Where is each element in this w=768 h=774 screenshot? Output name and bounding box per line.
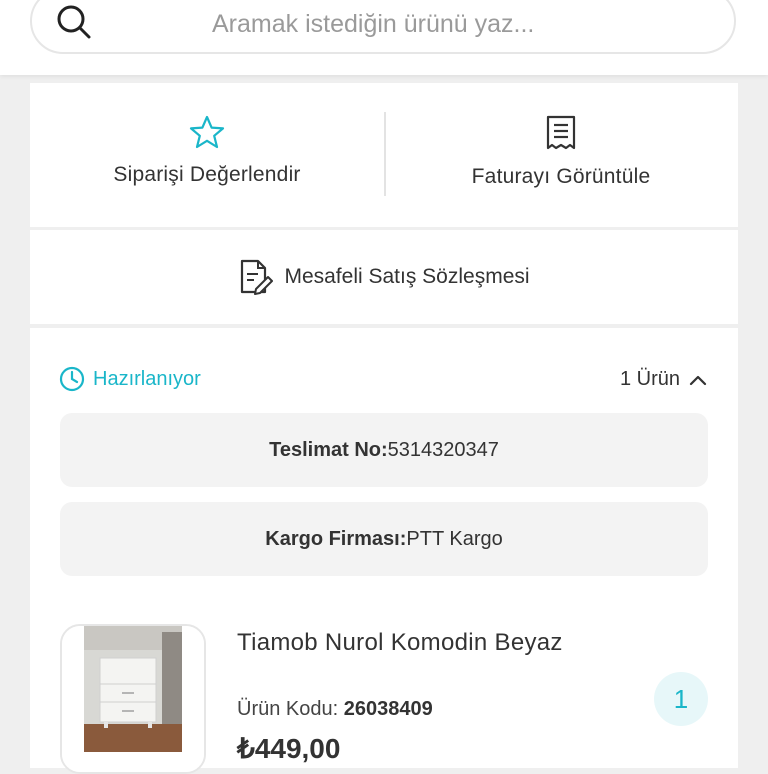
product-photo	[62, 626, 204, 772]
clock-icon	[59, 366, 85, 392]
invoice-icon	[546, 115, 576, 150]
order-status-text: Hazırlanıyor	[93, 367, 201, 390]
star-icon	[189, 115, 225, 149]
order-actions-card: Siparişi Değerlendir Faturayı Görüntüle	[30, 83, 738, 227]
delivery-number-value: 5314320347	[387, 438, 499, 461]
cargo-company-label: Kargo Firması:	[265, 527, 407, 550]
rate-order-button[interactable]: Siparişi Değerlendir	[30, 83, 384, 227]
product-code-value: 26038409	[343, 698, 433, 720]
cargo-company-value: PTT Kargo	[406, 527, 503, 550]
toggle-items-button[interactable]: 1 Ürün	[620, 368, 708, 391]
view-invoice-label: Faturayı Görüntüle	[471, 165, 651, 188]
distance-sales-contract-button[interactable]: Mesafeli Satış Sözleşmesi	[30, 230, 738, 324]
item-count: 1 Ürün	[619, 368, 680, 390]
cargo-company-box: Kargo Firması: PTT Kargo	[60, 502, 708, 576]
contract-label: Mesafeli Satış Sözleşmesi	[284, 265, 530, 288]
order-package-card: Hazırlanıyor 1 Ürün Teslimat No: 53143203…	[30, 328, 738, 774]
delivery-number-label: Teslimat No:	[269, 438, 388, 461]
delivery-number-box: Teslimat No: 5314320347	[60, 413, 708, 487]
product-code: Ürün Kodu: 26038409	[237, 698, 433, 721]
quantity-badge: 1	[654, 672, 708, 726]
product-price: ₺449,00	[237, 733, 341, 764]
chevron-up-icon	[689, 375, 707, 385]
document-edit-icon	[241, 259, 274, 295]
search-input[interactable]	[210, 6, 694, 42]
top-bar	[0, 0, 768, 75]
product-code-label: Ürün Kodu:	[237, 698, 339, 720]
search-bar[interactable]	[30, 0, 736, 54]
order-status: Hazırlanıyor	[59, 366, 201, 392]
rate-order-label: Siparişi Değerlendir	[113, 163, 301, 186]
product-image[interactable]	[60, 624, 206, 774]
search-icon[interactable]	[54, 2, 94, 42]
view-invoice-button[interactable]: Faturayı Görüntüle	[384, 83, 738, 227]
product-name[interactable]: Tiamob Nurol Komodin Beyaz	[237, 624, 567, 662]
